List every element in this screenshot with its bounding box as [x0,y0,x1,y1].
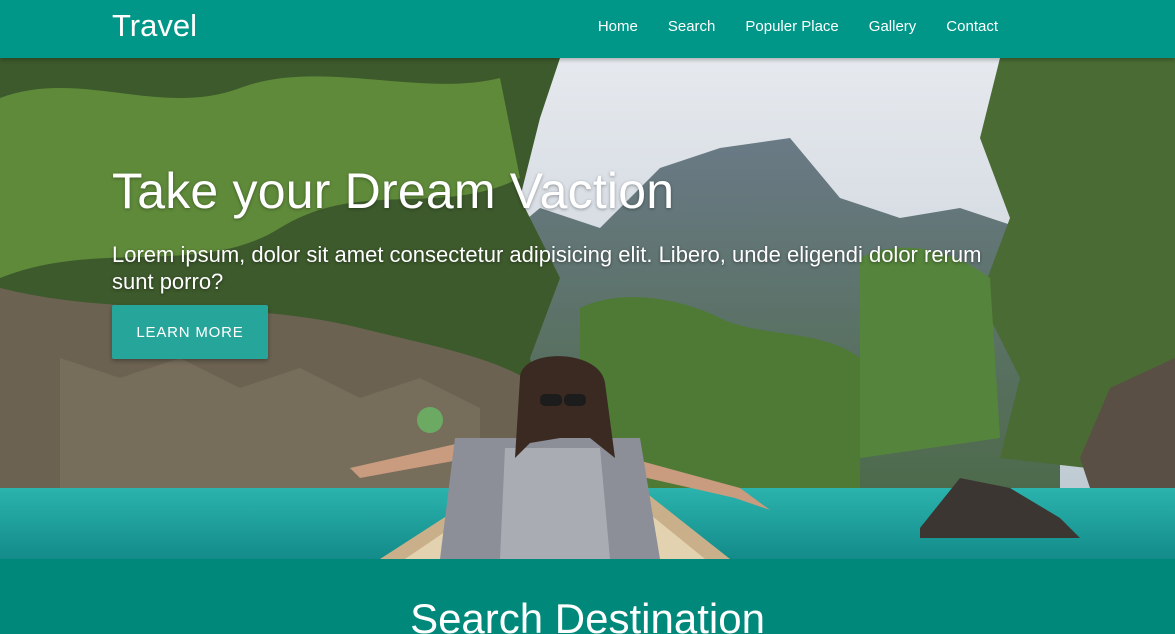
navbar: Travel Home Search Populer Place Gallery… [0,0,1175,58]
learn-more-button[interactable]: LEARN MORE [112,305,268,359]
search-destination-section: Search Destination [0,559,1175,634]
hero-title: Take your Dream Vaction [112,163,675,219]
brand-logo[interactable]: Travel [112,8,197,44]
nav-link-contact[interactable]: Contact [946,17,998,37]
nav-link-populer-place[interactable]: Populer Place [745,17,838,37]
nav-link-search[interactable]: Search [668,17,716,37]
hero-subtitle: Lorem ipsum, dolor sit amet consectetur … [112,242,982,294]
nav-link-home[interactable]: Home [598,17,638,37]
search-destination-title: Search Destination [410,595,765,634]
nav-link-gallery[interactable]: Gallery [869,17,917,37]
hero-section: Take your Dream Vaction Lorem ipsum, dol… [0,58,1175,559]
nav-links: Home Search Populer Place Gallery Contac… [598,17,998,37]
